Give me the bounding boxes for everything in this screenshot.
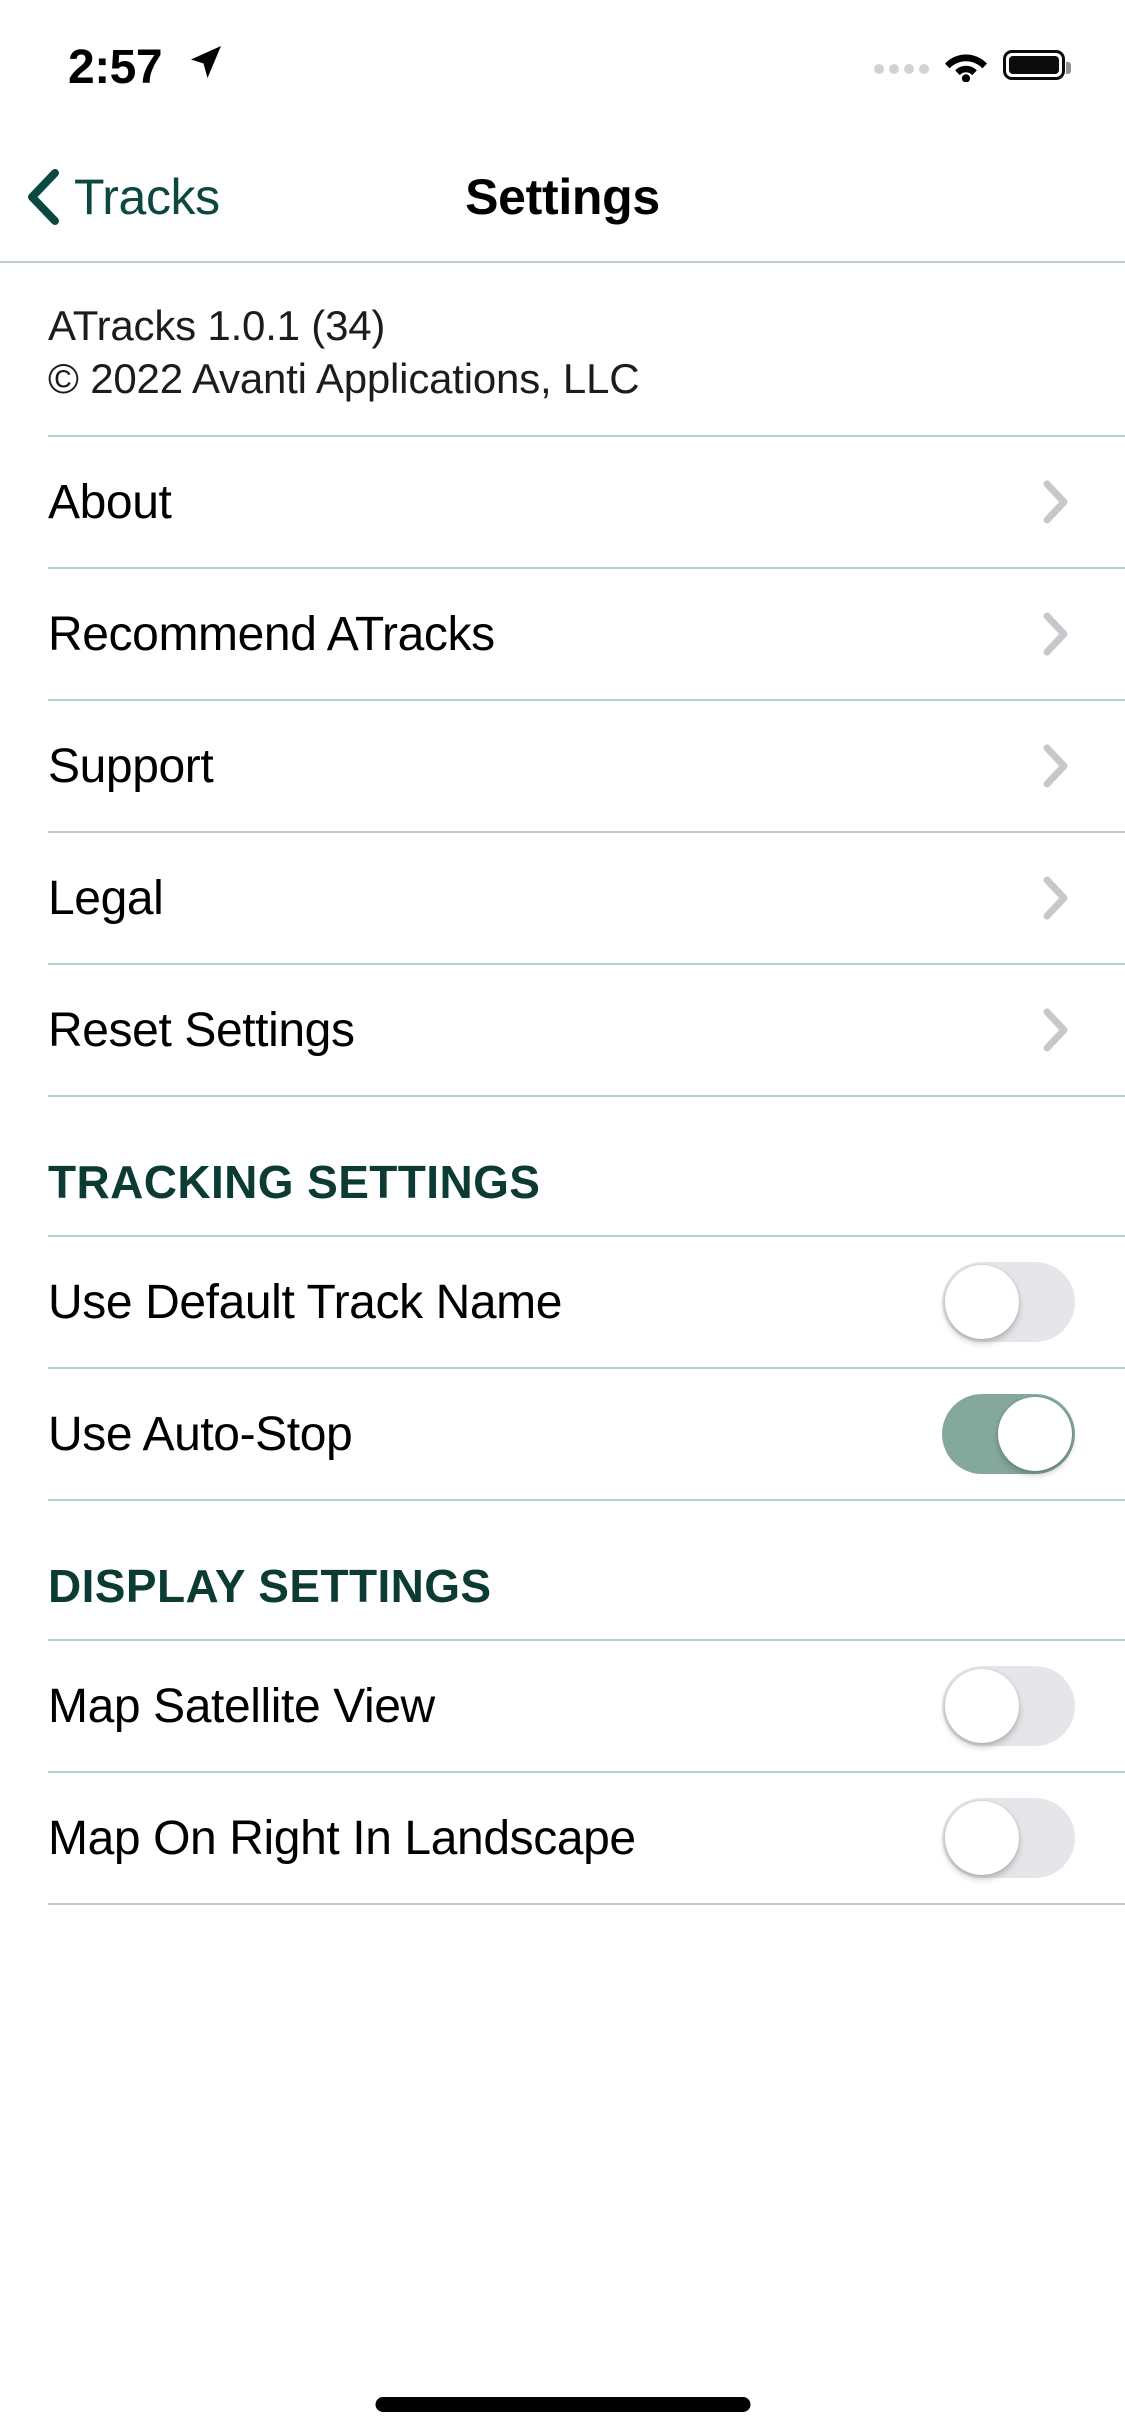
row-label: Use Auto-Stop (48, 1407, 353, 1461)
row-label: Reset Settings (48, 1003, 355, 1057)
row-label: Support (48, 739, 214, 793)
toggle-knob (998, 1397, 1072, 1471)
section-header-display: DISPLAY SETTINGS (48, 1560, 492, 1612)
settings-row-legal[interactable]: Legal (0, 833, 1125, 963)
settings-row-map-on-right-in-landscape[interactable]: Map On Right In Landscape (0, 1773, 1125, 1903)
chevron-right-icon (1043, 744, 1068, 788)
row-label: About (48, 475, 172, 529)
toggle-knob (945, 1801, 1019, 1875)
chevron-right-icon (1043, 480, 1068, 524)
app-info-block: ATracks 1.0.1 (34) © 2022 Avanti Applica… (0, 263, 1125, 435)
settings-row-use-auto-stop[interactable]: Use Auto-Stop (0, 1369, 1125, 1499)
row-label: Map On Right In Landscape (48, 1811, 636, 1865)
settings-row-map-satellite-view[interactable]: Map Satellite View (0, 1641, 1125, 1771)
app-version-text: ATracks 1.0.1 (34) (48, 302, 386, 349)
status-bar: 2:57 (0, 0, 1125, 132)
chevron-right-icon (1043, 612, 1068, 656)
settings-row-about[interactable]: About (0, 437, 1125, 567)
phone-screen: 2:57 Tracks Settings ATracks 1.0.1 (34) … (0, 0, 1125, 2436)
navigation-bar: Tracks Settings (0, 132, 1125, 262)
location-arrow-icon (191, 46, 221, 78)
back-button[interactable]: Tracks (26, 132, 220, 262)
toggle-knob (945, 1265, 1019, 1339)
back-button-label: Tracks (74, 169, 220, 225)
chevron-right-icon (1043, 876, 1068, 920)
home-indicator[interactable] (375, 2397, 750, 2412)
row-label: Recommend ATracks (48, 607, 495, 661)
row-label: Map Satellite View (48, 1679, 435, 1733)
toggle-knob (945, 1669, 1019, 1743)
settings-row-support[interactable]: Support (0, 701, 1125, 831)
row-label: Use Default Track Name (48, 1275, 563, 1329)
status-bar-time: 2:57 (68, 41, 163, 94)
settings-row-use-default-track-name[interactable]: Use Default Track Name (0, 1237, 1125, 1367)
signal-dots-icon (874, 52, 929, 78)
toggle-map-satellite-view[interactable] (942, 1666, 1075, 1746)
status-bar-indicators (874, 40, 1071, 90)
toggle-map-on-right-in-landscape[interactable] (942, 1798, 1075, 1878)
row-separator (48, 1903, 1125, 1905)
app-copyright-text: © 2022 Avanti Applications, LLC (48, 355, 640, 402)
chevron-left-icon (28, 169, 59, 225)
section-header-tracking: TRACKING SETTINGS (48, 1156, 541, 1208)
toggle-use-default-track-name[interactable] (942, 1262, 1075, 1342)
row-label: Legal (48, 871, 164, 925)
toggle-use-auto-stop[interactable] (942, 1394, 1075, 1474)
chevron-right-icon (1043, 1008, 1068, 1052)
wifi-icon (945, 54, 987, 82)
settings-list: ATracks 1.0.1 (34) © 2022 Avanti Applica… (0, 263, 1125, 1905)
settings-row-recommend-atracks[interactable]: Recommend ATracks (0, 569, 1125, 699)
battery-full-icon (1003, 50, 1071, 80)
settings-row-reset-settings[interactable]: Reset Settings (0, 965, 1125, 1095)
